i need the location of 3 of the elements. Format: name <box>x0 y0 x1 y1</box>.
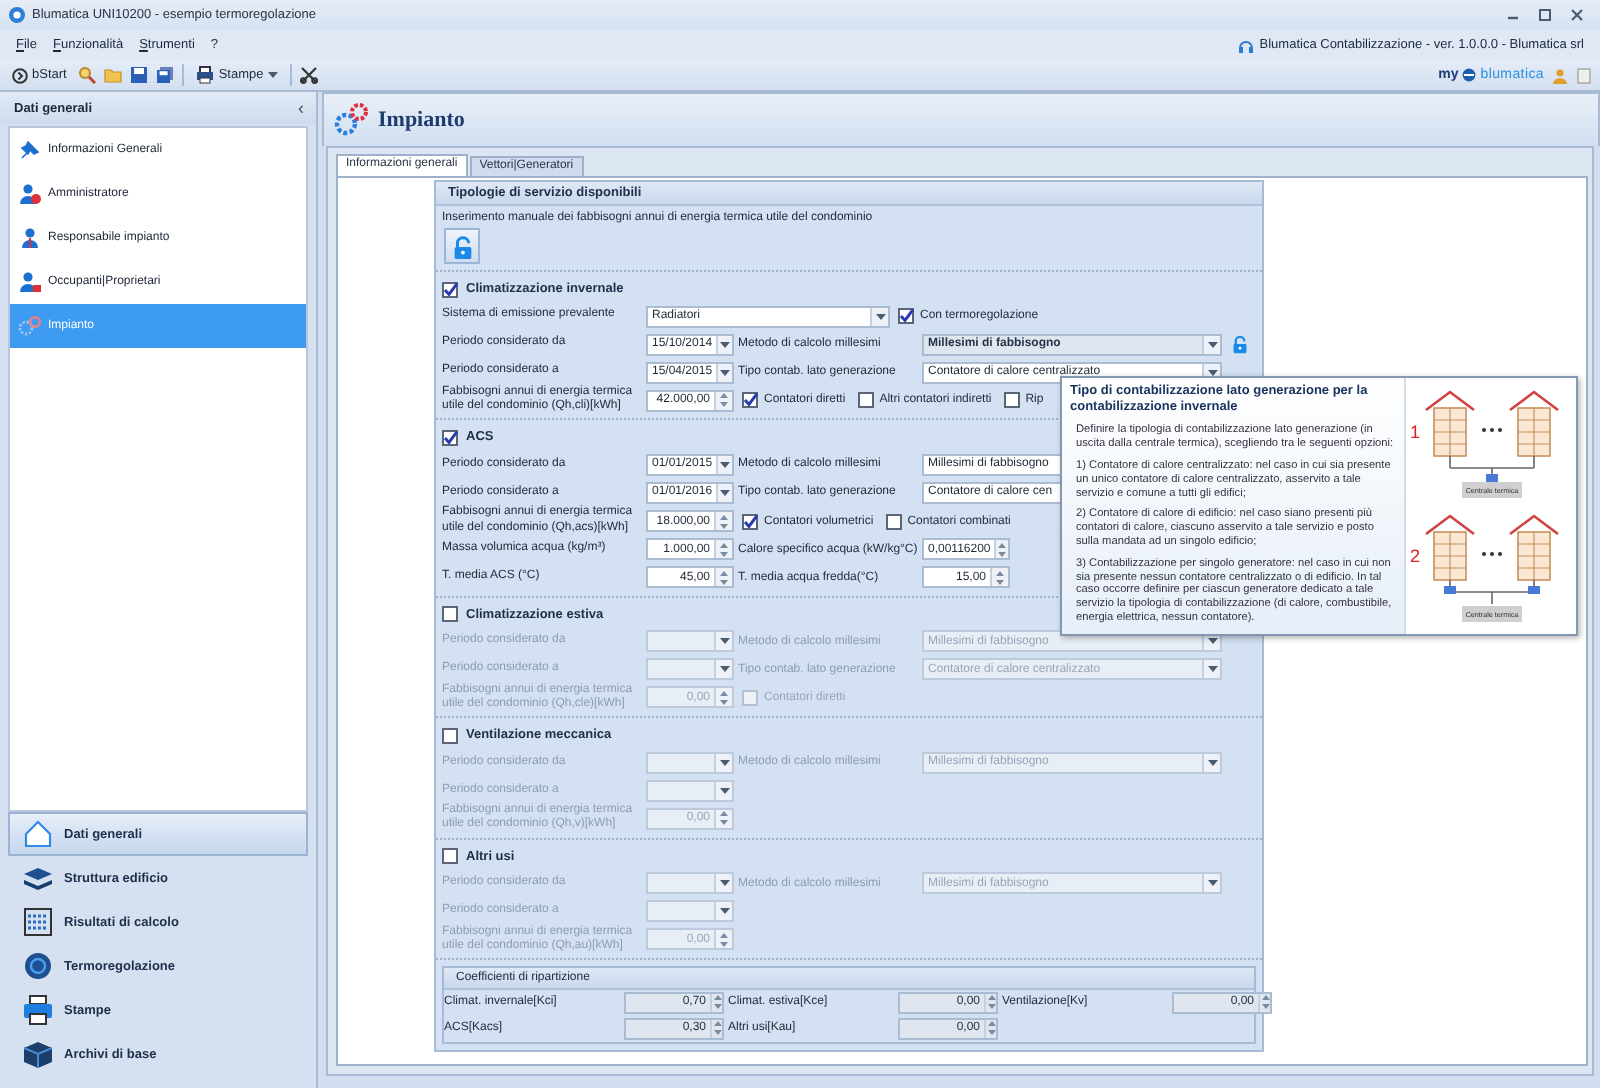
diagram-number: 1 <box>1410 422 1421 442</box>
page-title: Impianto <box>378 108 465 132</box>
diagram-number: 2 <box>1410 546 1421 566</box>
